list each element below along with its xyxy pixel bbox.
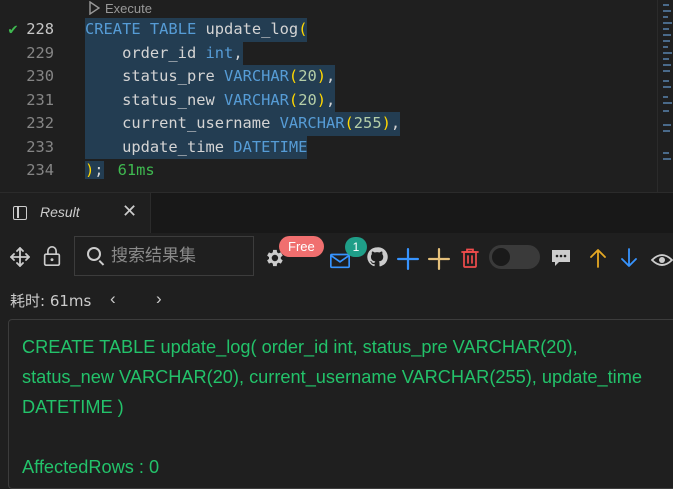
code-line: ✔ 228 CREATE TABLE update_log( [0,18,655,42]
minimap[interactable] [657,0,673,192]
close-icon[interactable]: ✕ [122,201,137,222]
line-number: 231 [26,90,54,109]
elapsed-time: 耗时: 61ms [10,292,92,310]
code-line: 234 ); 61ms [0,159,655,183]
prev-page-button[interactable]: ‹ [110,289,116,309]
code-token: DATETIME [233,137,308,156]
code-token: TABLE [149,20,197,38]
search-results-box[interactable] [74,236,254,276]
search-icon [87,247,101,261]
add-row-icon[interactable] [397,248,419,270]
arrow-up-icon[interactable] [587,247,609,269]
code-token: 20 [298,67,317,85]
code-token: 20 [298,90,317,109]
code-token: current_username [122,114,271,132]
code-line: 232 current_username VARCHAR(255), [0,112,655,136]
result-sql-text: CREATE TABLE update_log( order_id int, s… [22,337,642,417]
code-token: VARCHAR [279,114,345,132]
code-token: ( [298,20,308,38]
execute-label[interactable]: Execute [105,1,152,16]
code-token: status_pre [122,67,215,85]
code-token: VARCHAR [224,67,289,85]
free-badge[interactable]: Free [279,236,324,257]
line-number: 232 [26,114,54,132]
line-number: 228 [26,20,54,38]
line-number: 233 [26,137,54,156]
arrow-down-icon[interactable] [618,247,640,269]
code-token: ) [85,161,95,179]
code-token: CREATE [85,20,141,38]
line-number: 234 [26,161,54,179]
result-message-box: CREATE TABLE update_log( order_id int, s… [8,319,673,489]
code-line: 230 status_pre VARCHAR(20), [0,65,655,89]
move-icon[interactable] [9,246,31,268]
code-line: 231 status_new VARCHAR(20), [0,88,655,112]
code-token: status_new [122,90,215,109]
next-page-button[interactable]: › [156,289,162,309]
code-line: 233 update_time DATETIME [0,135,655,159]
code-token: ; [94,161,104,179]
check-icon: ✔ [8,20,18,38]
code-token: order_id [122,43,197,62]
toggle-switch[interactable] [489,245,540,269]
github-icon[interactable] [366,246,388,268]
toggle-knob [492,248,510,266]
add-icon[interactable] [428,248,450,270]
code-token: 255 [353,114,382,132]
exec-time-inline: 61ms [117,161,155,179]
affected-rows-text: AffectedRows : 0 [22,457,160,477]
code-token: VARCHAR [224,90,289,109]
lock-icon[interactable] [41,245,63,267]
code-token: update_log [205,20,299,38]
tab-result-label: Result [40,204,80,220]
result-panel: Result ✕ Free 1 [0,192,673,489]
notification-count-badge: 1 [345,237,367,257]
tab-result[interactable]: Result ✕ [0,193,151,233]
play-icon [89,1,100,15]
code-line: 229 order_id int, [0,41,655,65]
line-number: 229 [26,43,54,62]
trash-icon[interactable] [459,247,481,269]
eye-icon[interactable] [651,249,673,271]
line-number: 230 [26,67,54,85]
comment-icon[interactable] [550,247,572,269]
code-token: int [205,43,234,62]
codelens-execute[interactable]: Execute [88,0,152,18]
result-tab-icon [13,206,27,220]
panel-tabbar: Result ✕ [0,193,673,233]
search-input[interactable] [111,244,246,268]
sql-editor[interactable]: Execute ✔ 228 CREATE TABLE update_log( 2… [0,0,673,192]
code-token: update_time [122,137,225,156]
